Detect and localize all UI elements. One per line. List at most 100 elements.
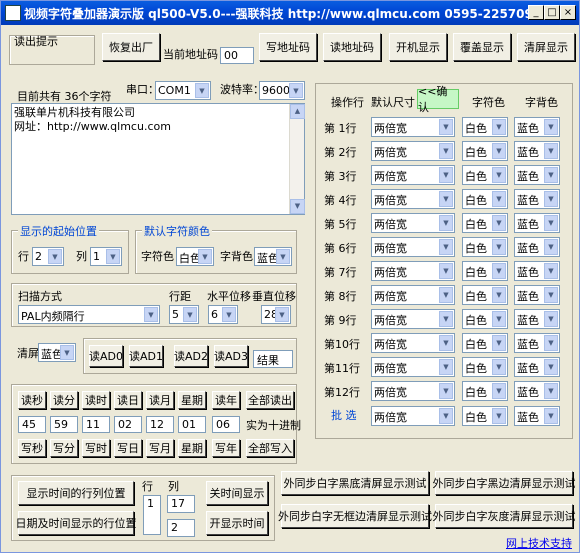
- line-bg-select[interactable]: 蓝色 ▼: [514, 189, 560, 209]
- time-value-input[interactable]: 12: [146, 416, 174, 433]
- time-value-input[interactable]: 45: [18, 416, 46, 433]
- batch-fg-select[interactable]: 白色 ▼: [462, 406, 508, 426]
- line-size-select[interactable]: 两倍宽 ▼: [371, 261, 455, 281]
- batch-bg-select[interactable]: 蓝色 ▼: [514, 406, 560, 426]
- line-fg-select[interactable]: 白色 ▼: [462, 189, 508, 209]
- line-fg-select[interactable]: 白色 ▼: [462, 237, 508, 257]
- test-no-frame-button[interactable]: 外同步白字无框边清屏显示测试: [278, 504, 432, 528]
- line-bg-select[interactable]: 蓝色 ▼: [514, 117, 560, 137]
- test-gray-button[interactable]: 外同步白字灰度清屏显示测试: [433, 504, 576, 528]
- time-write-button[interactable]: 星期: [178, 439, 206, 457]
- v-offset-select[interactable]: 28 ▼: [261, 305, 291, 324]
- read-ad2-button[interactable]: 读AD2: [174, 345, 208, 367]
- time-row-input[interactable]: 1: [143, 495, 161, 535]
- address-code-input[interactable]: 00: [220, 47, 254, 64]
- read-ad3-button[interactable]: 读AD3: [214, 345, 248, 367]
- line-fg-select[interactable]: 白色 ▼: [462, 285, 508, 305]
- confirm-button[interactable]: <<确认: [417, 85, 459, 114]
- start-row-select[interactable]: 2 ▼: [32, 247, 64, 266]
- minimize-button[interactable]: _: [528, 5, 544, 20]
- line-fg-select[interactable]: 白色 ▼: [462, 213, 508, 233]
- time-col-input[interactable]: 17: [167, 495, 195, 513]
- restore-factory-button[interactable]: 恢复出厂: [102, 33, 160, 61]
- batch-size-select[interactable]: 两倍宽 ▼: [371, 406, 455, 426]
- line-bg-select[interactable]: 蓝色 ▼: [514, 357, 560, 377]
- time-write-button[interactable]: 写月: [146, 439, 174, 457]
- time-col2-input[interactable]: 2: [167, 519, 195, 537]
- line-size-select[interactable]: 两倍宽 ▼: [371, 381, 455, 401]
- time-read-button[interactable]: 星期: [178, 391, 206, 409]
- line-bg-select[interactable]: 蓝色 ▼: [514, 141, 560, 161]
- start-col-select[interactable]: 1 ▼: [90, 247, 122, 266]
- line-bg-select[interactable]: 蓝色 ▼: [514, 381, 560, 401]
- time-read-button[interactable]: 读时: [82, 391, 110, 409]
- close-button[interactable]: ×: [560, 5, 576, 20]
- read-address-button[interactable]: 读地址码: [323, 33, 381, 61]
- time-on-button[interactable]: 开显示时间: [206, 511, 268, 535]
- time-write-button[interactable]: 写秒: [18, 439, 46, 457]
- test-black-bg-button[interactable]: 外同步白字黑底清屏显示测试: [281, 471, 429, 495]
- line-bg-select[interactable]: 蓝色 ▼: [514, 165, 560, 185]
- line-pitch-select[interactable]: 5 ▼: [169, 305, 199, 324]
- line-bg-select[interactable]: 蓝色 ▼: [514, 309, 560, 329]
- line-size-select[interactable]: 两倍宽 ▼: [371, 141, 455, 161]
- fg-color-select[interactable]: 白色 ▼: [176, 247, 214, 266]
- line-size-select[interactable]: 两倍宽 ▼: [371, 309, 455, 329]
- time-value-input[interactable]: 06: [212, 416, 240, 433]
- time-write-button[interactable]: 写日: [114, 439, 142, 457]
- time-off-button[interactable]: 关时间显示: [206, 481, 268, 505]
- time-write-button[interactable]: 写时: [82, 439, 110, 457]
- line-bg-select[interactable]: 蓝色 ▼: [514, 261, 560, 281]
- time-read-button[interactable]: 读月: [146, 391, 174, 409]
- clear-screen-button[interactable]: 清屏显示: [517, 33, 575, 61]
- date-time-row-button[interactable]: 日期及时间显示的行位置: [16, 511, 137, 535]
- line-bg-select[interactable]: 蓝色 ▼: [514, 237, 560, 257]
- line-size-select[interactable]: 两倍宽 ▼: [371, 357, 455, 377]
- write-address-button[interactable]: 写地址码: [259, 33, 317, 61]
- read-ad0-button[interactable]: 读AD0: [89, 345, 123, 367]
- line-fg-select[interactable]: 白色 ▼: [462, 141, 508, 161]
- read-ad1-button[interactable]: 读AD1: [129, 345, 163, 367]
- line-size-select[interactable]: 两倍宽 ▼: [371, 237, 455, 257]
- scroll-down-icon[interactable]: ▼: [290, 199, 305, 214]
- line-size-select[interactable]: 两倍宽 ▼: [371, 165, 455, 185]
- test-black-edge-button[interactable]: 外同步白字黑边清屏显示测试: [433, 471, 576, 495]
- line-size-select[interactable]: 两倍宽 ▼: [371, 213, 455, 233]
- maximize-button[interactable]: □: [544, 5, 560, 20]
- scan-mode-select[interactable]: PAL内频隔行 ▼: [18, 305, 160, 324]
- time-value-input[interactable]: 01: [178, 416, 206, 433]
- line-fg-select[interactable]: 白色 ▼: [462, 333, 508, 353]
- read-all-button[interactable]: 全部读出: [246, 391, 294, 409]
- h-offset-select[interactable]: 6 ▼: [208, 305, 238, 324]
- line-fg-select[interactable]: 白色 ▼: [462, 165, 508, 185]
- tech-support-link[interactable]: 网上技术支持: [506, 535, 572, 551]
- serial-port-select[interactable]: COM1 ▼: [155, 81, 211, 100]
- line-fg-select[interactable]: 白色 ▼: [462, 357, 508, 377]
- text-content-area[interactable]: 强联单片机科技有限公司 网址：http://www.qlmcu.com ▲ ▼: [11, 103, 305, 215]
- text-scrollbar[interactable]: ▲ ▼: [289, 104, 305, 214]
- bg-color-select[interactable]: 蓝色 ▼: [254, 247, 292, 266]
- scroll-up-icon[interactable]: ▲: [290, 104, 305, 119]
- line-bg-select[interactable]: 蓝色 ▼: [514, 285, 560, 305]
- time-value-input[interactable]: 59: [50, 416, 78, 433]
- baud-rate-select[interactable]: 9600 ▼: [259, 81, 305, 100]
- time-read-button[interactable]: 读分: [50, 391, 78, 409]
- line-size-select[interactable]: 两倍宽 ▼: [371, 285, 455, 305]
- cover-display-button[interactable]: 覆盖显示: [453, 33, 511, 61]
- ad-result-field[interactable]: 结果: [253, 350, 293, 368]
- time-row-col-button[interactable]: 显示时间的行列位置: [18, 481, 134, 505]
- line-size-select[interactable]: 两倍宽 ▼: [371, 333, 455, 353]
- boot-display-button[interactable]: 开机显示: [389, 33, 447, 61]
- line-fg-select[interactable]: 白色 ▼: [462, 309, 508, 329]
- title-bar[interactable]: 视频字符叠加器演示版 ql500-V5.0---强联科技 http://www.…: [1, 1, 579, 25]
- time-write-button[interactable]: 写年: [212, 439, 240, 457]
- line-size-select[interactable]: 两倍宽 ▼: [371, 189, 455, 209]
- line-bg-select[interactable]: 蓝色 ▼: [514, 213, 560, 233]
- clear-screen-color-select[interactable]: 蓝色 ▼: [38, 343, 76, 362]
- line-size-select[interactable]: 两倍宽 ▼: [371, 117, 455, 137]
- time-value-input[interactable]: 02: [114, 416, 142, 433]
- time-read-button[interactable]: 读年: [212, 391, 240, 409]
- write-all-button[interactable]: 全部写入: [246, 439, 294, 457]
- time-read-button[interactable]: 读日: [114, 391, 142, 409]
- line-fg-select[interactable]: 白色 ▼: [462, 117, 508, 137]
